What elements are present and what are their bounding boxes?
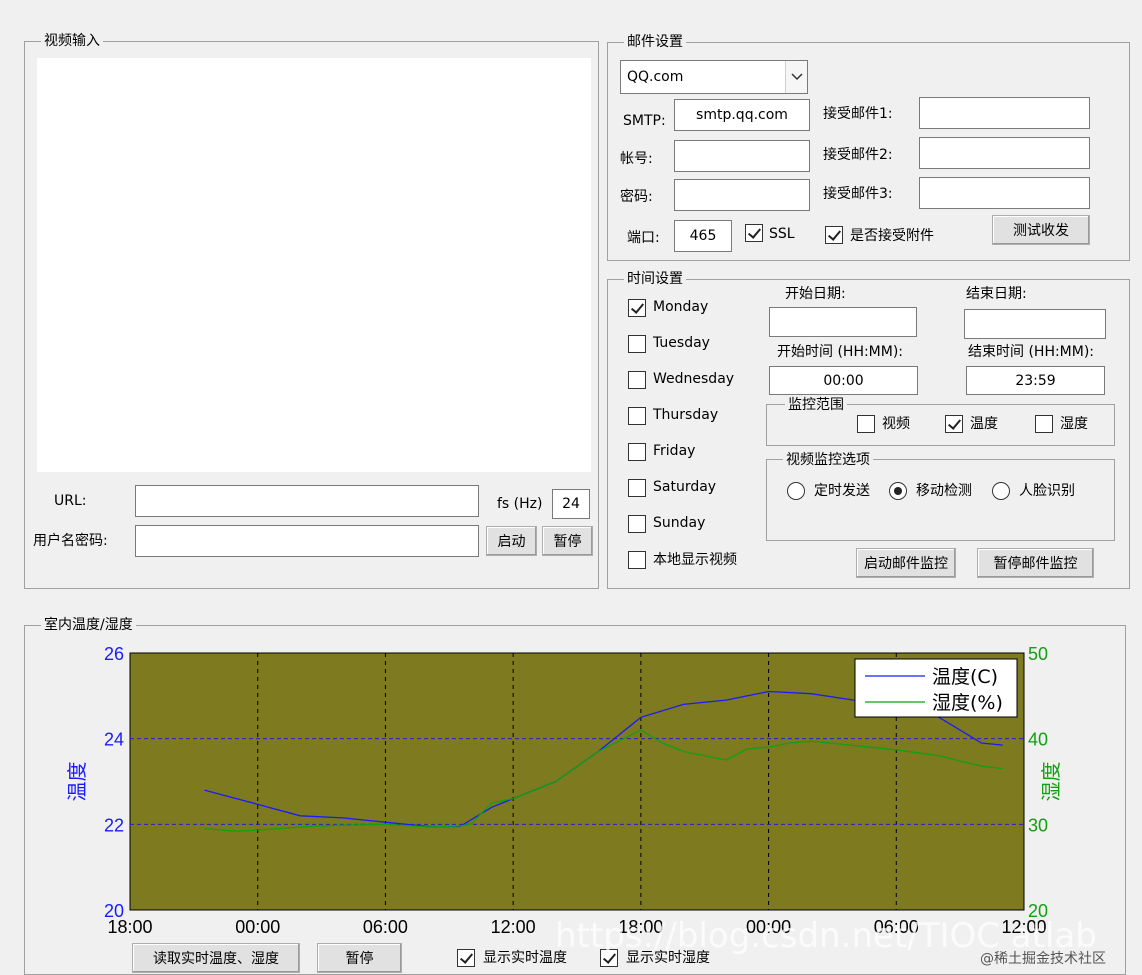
end-date-input[interactable]	[964, 309, 1106, 339]
end-time-input[interactable]: 23:59	[966, 366, 1105, 395]
range-checkbox-1[interactable]	[945, 415, 963, 433]
y-left-tick-label: 20	[104, 901, 124, 921]
juejin-watermark: @稀土掘金技术社区	[980, 951, 1106, 967]
video-input-title: 视频输入	[41, 32, 103, 50]
account-input[interactable]	[674, 140, 810, 172]
range-label-0: 视频	[882, 416, 910, 432]
userpass-label: 用户名密码:	[33, 533, 108, 549]
account-label: 帐号:	[620, 151, 653, 167]
day-label-monday: Monday	[653, 299, 709, 315]
day-checkbox-thursday[interactable]	[628, 407, 646, 425]
password-label: 密码:	[620, 189, 653, 205]
day-label-tuesday: Tuesday	[653, 335, 710, 351]
y-right-tick-label: 30	[1028, 815, 1048, 835]
range-checkbox-0[interactable]	[857, 415, 875, 433]
start-time-label: 开始时间 (HH:MM):	[777, 344, 904, 360]
video-option-radio-1[interactable]	[889, 482, 907, 500]
ssl-label: SSL	[769, 226, 795, 242]
password-input[interactable]	[674, 179, 810, 211]
env-title: 室内温度/湿度	[41, 616, 136, 634]
mail-provider-select[interactable]: QQ.com	[620, 60, 808, 94]
video-option-radio-2[interactable]	[992, 482, 1010, 500]
local-video-label: 本地显示视频	[653, 552, 737, 568]
url-input[interactable]	[135, 485, 479, 517]
recv1-input[interactable]	[919, 97, 1090, 129]
video-pause-button[interactable]: 暂停	[542, 526, 593, 556]
x-tick-label: 06:00	[363, 917, 408, 937]
y-left-tick-label: 24	[104, 730, 124, 750]
chevron-down-icon[interactable]	[785, 61, 807, 93]
local-video-checkbox[interactable]	[628, 551, 646, 569]
end-date-label: 结束日期:	[966, 286, 1027, 302]
start-mail-monitor-button[interactable]: 启动邮件监控	[856, 548, 956, 578]
smtp-input[interactable]: smtp.qq.com	[674, 99, 810, 131]
attach-checkbox[interactable]	[825, 226, 843, 244]
range-label-2: 湿度	[1060, 416, 1088, 432]
read-realtime-button[interactable]: 读取实时温度、湿度	[132, 943, 300, 973]
monitor-range-title: 监控范围	[785, 396, 847, 414]
x-tick-label: 00:00	[235, 917, 280, 937]
legend-label: 湿度(%)	[932, 692, 1003, 714]
recv1-label: 接受邮件1:	[823, 106, 893, 122]
day-checkbox-wednesday[interactable]	[628, 371, 646, 389]
video-options-title: 视频监控选项	[783, 451, 873, 469]
video-option-label-2: 人脸识别	[1019, 483, 1075, 499]
y-left-axis-label: 温度	[65, 762, 89, 802]
y-right-axis-label: 湿度	[1039, 762, 1063, 802]
attach-label: 是否接受附件	[850, 228, 934, 244]
start-date-label: 开始日期:	[785, 286, 846, 302]
recv2-input[interactable]	[919, 137, 1090, 169]
video-start-button[interactable]: 启动	[486, 526, 537, 556]
legend-label: 温度(C)	[932, 666, 998, 688]
mail-provider-value: QQ.com	[627, 69, 684, 85]
recv3-label: 接受邮件3:	[823, 186, 893, 202]
y-left-tick-label: 26	[104, 644, 124, 664]
video-option-radio-0[interactable]	[787, 482, 805, 500]
y-right-tick-label: 50	[1028, 644, 1048, 664]
end-time-label: 结束时间 (HH:MM):	[968, 344, 1095, 360]
env-pause-button[interactable]: 暂停	[317, 943, 402, 973]
day-checkbox-saturday[interactable]	[628, 479, 646, 497]
day-label-sunday: Sunday	[653, 515, 706, 531]
recv3-input[interactable]	[919, 177, 1090, 209]
pause-mail-monitor-button[interactable]: 暂停邮件监控	[977, 548, 1094, 578]
fs-input[interactable]: 24	[552, 489, 590, 519]
day-checkbox-monday[interactable]	[628, 299, 646, 317]
fs-label: fs (Hz)	[497, 496, 543, 512]
range-label-1: 温度	[970, 416, 998, 432]
port-label: 端口:	[627, 230, 660, 246]
x-tick-label: 12:00	[491, 917, 536, 937]
day-label-wednesday: Wednesday	[653, 371, 735, 387]
day-checkbox-sunday[interactable]	[628, 515, 646, 533]
video-option-label-0: 定时发送	[814, 483, 870, 499]
day-label-saturday: Saturday	[653, 479, 717, 495]
start-date-input[interactable]	[769, 307, 917, 337]
recv2-label: 接受邮件2:	[823, 147, 893, 163]
url-label: URL:	[54, 493, 87, 509]
video-display-area	[37, 58, 591, 472]
ssl-checkbox[interactable]	[745, 224, 763, 242]
show-temp-checkbox[interactable]	[457, 949, 475, 967]
day-checkbox-tuesday[interactable]	[628, 335, 646, 353]
smtp-label: SMTP:	[623, 113, 666, 129]
range-checkbox-2[interactable]	[1035, 415, 1053, 433]
mail-settings-title: 邮件设置	[624, 33, 686, 51]
y-right-tick-label: 40	[1028, 730, 1048, 750]
day-checkbox-friday[interactable]	[628, 443, 646, 461]
day-label-thursday: Thursday	[653, 407, 719, 423]
start-time-input[interactable]: 00:00	[769, 366, 918, 395]
test-mail-button[interactable]: 测试收发	[992, 215, 1090, 245]
video-option-label-1: 移动检测	[916, 483, 972, 499]
port-input[interactable]: 465	[674, 220, 732, 252]
time-settings-title: 时间设置	[624, 270, 686, 288]
userpass-input[interactable]	[135, 525, 479, 557]
video-options-group: 视频监控选项	[766, 451, 1115, 541]
day-label-friday: Friday	[653, 443, 696, 459]
y-left-tick-label: 22	[104, 815, 124, 835]
